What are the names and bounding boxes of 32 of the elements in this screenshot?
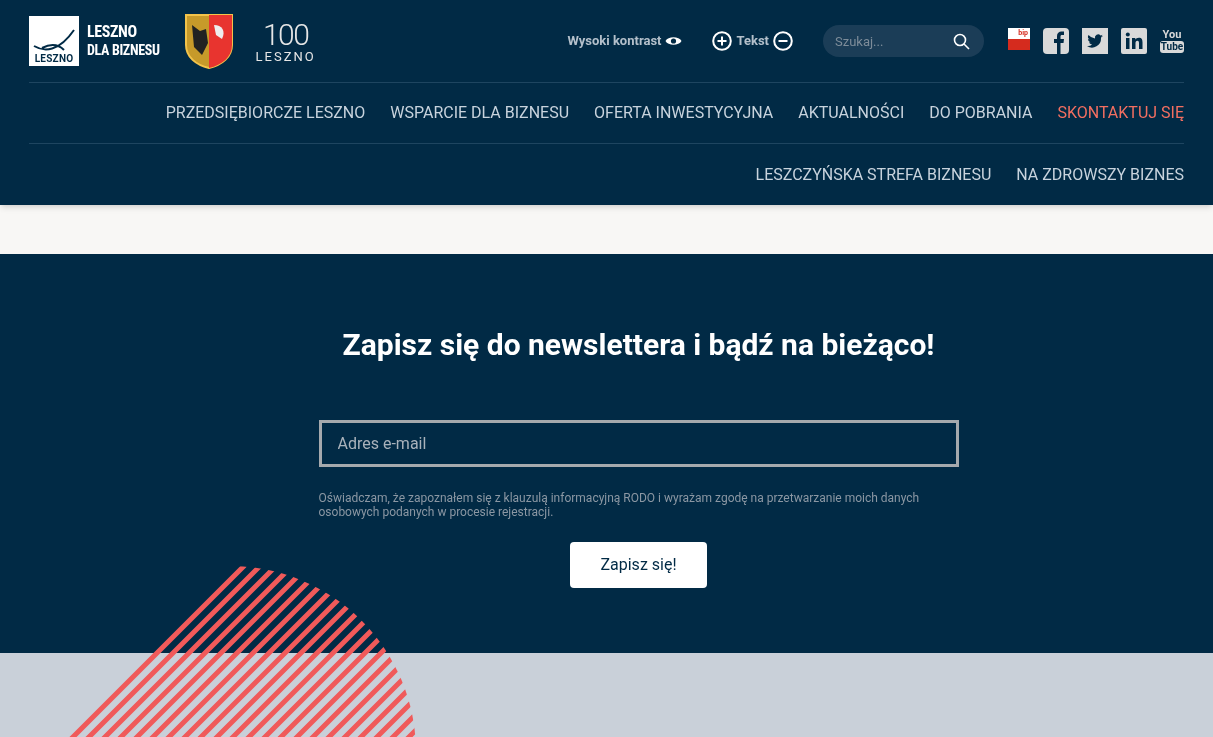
consent-text: Oświadczam, że zapoznałem się z klauzulą informacyjną RODO i wyrażam zgodę na przetwarzanie moich danych osobowych podanych w procesie rejestracji. [318, 491, 921, 519]
youtube-label: Tube [1159, 41, 1185, 53]
eye-icon [665, 35, 683, 47]
youtube-label: You [1162, 29, 1182, 41]
nav-link[interactable]: WSPARCIE DLA BIZNESU [390, 101, 570, 125]
logo-mark[interactable]: LESZNO [29, 16, 79, 66]
facebook-icon[interactable] [1043, 28, 1069, 54]
logo-word: LESZNO [34, 54, 74, 64]
nav-link[interactable]: AKTUALNOŚCI [798, 101, 905, 125]
nav-link[interactable]: SKONTAKTUJ SIĘ [1057, 101, 1184, 125]
nav-link[interactable]: DO POBRANIA [929, 101, 1033, 125]
logo-title: DLA BIZNESU [87, 41, 160, 59]
nav-link[interactable]: LESZCZYŃSKA STREFA BIZNESU [755, 162, 992, 187]
nav-link[interactable]: PRZEDSIĘBIORCZE LESZNO [165, 101, 366, 125]
email-field[interactable]: Adres e-mail [318, 420, 959, 467]
nav-link[interactable]: NA ZDROWSZY BIZNES [1016, 162, 1184, 187]
subscribe-button[interactable]: Zapisz się! [570, 542, 707, 588]
linkedin-icon[interactable] [1121, 28, 1147, 54]
search-icon[interactable] [953, 33, 970, 50]
anniversary-word: LESZNO [255, 49, 316, 63]
bird-icon[interactable] [1082, 28, 1108, 54]
newsletter-title: Zapisz się do newslettera i bądź na bieżąco! [342, 326, 935, 364]
minus-icon[interactable] [773, 31, 793, 51]
youtube-icon[interactable]: You Tube [1160, 29, 1184, 53]
coat-of-arms-icon [183, 13, 234, 69]
anniversary-number: 100 [262, 19, 309, 50]
logo-title: LESZNO [87, 23, 138, 41]
contrast-toggle[interactable]: Wysoki kontrast [567, 31, 683, 51]
text-size-label: Tekst [736, 32, 769, 51]
nav-link[interactable]: OFERTA INWESTYCYJNA [594, 101, 774, 125]
plus-icon[interactable] [712, 31, 733, 51]
search-field[interactable]: Szukaj... [823, 25, 984, 57]
